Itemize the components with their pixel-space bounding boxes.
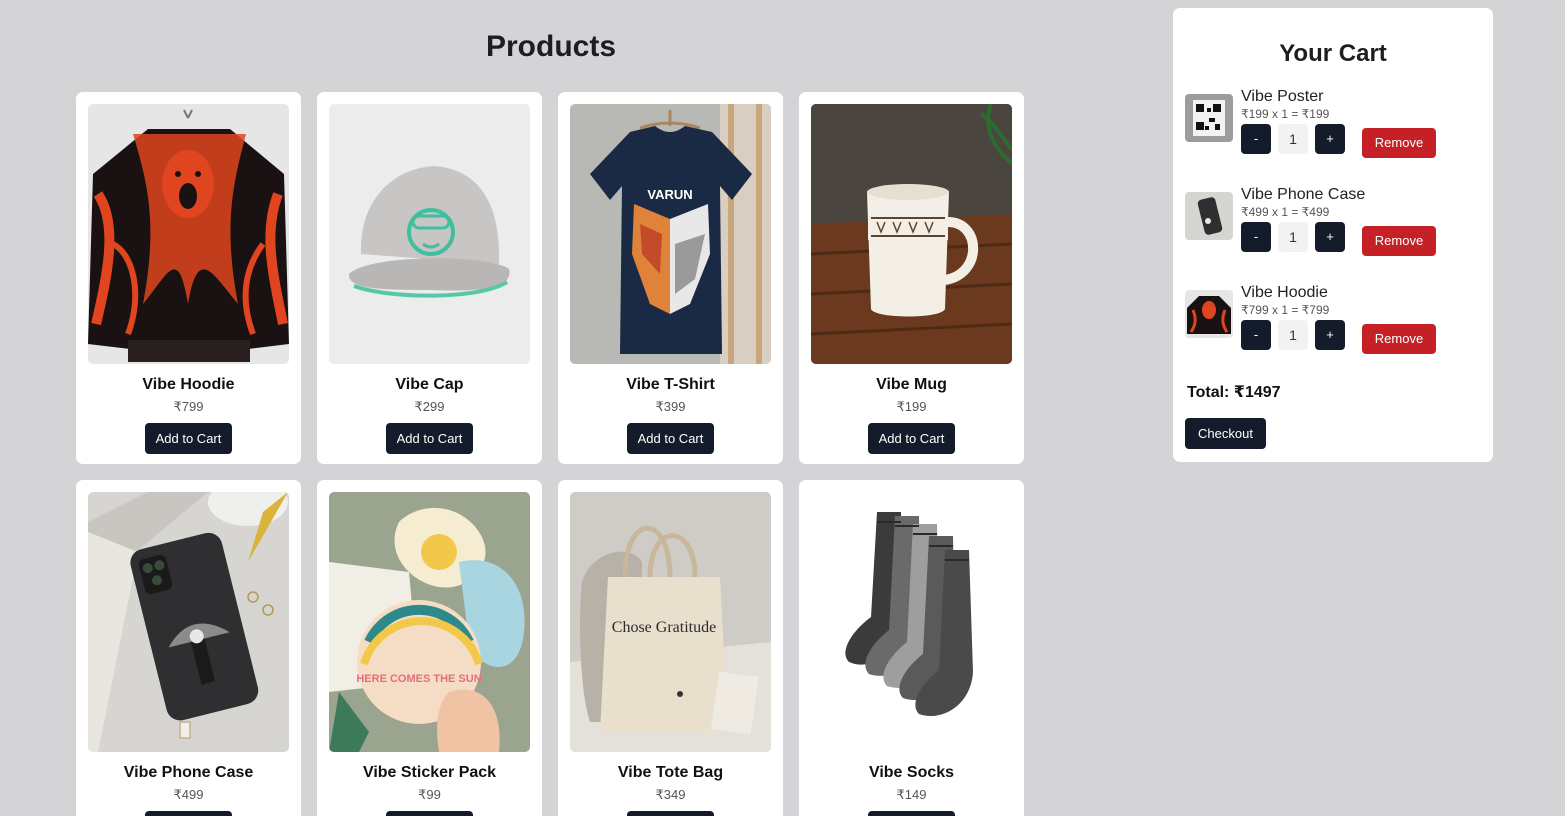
tote-print-text: Chose Gratitude <box>612 619 716 636</box>
increment-button[interactable]: + <box>1315 124 1345 154</box>
cart-total: Total: ₹1497 <box>1187 384 1281 401</box>
add-to-cart-button[interactable]: Add to Cart <box>385 811 474 816</box>
cart-item: Vibe Poster ₹199 x 1 = ₹199 - 1 + Remove <box>1185 88 1481 168</box>
decrement-button[interactable]: - <box>1241 320 1271 350</box>
product-price: ₹499 <box>173 787 204 802</box>
product-card-sticker-pack: HERE COMES THE SUN Vibe Sticker Pack ₹99… <box>317 480 542 816</box>
product-name: Vibe Phone Case <box>123 764 254 781</box>
product-image-phone-case[interactable] <box>88 492 289 752</box>
add-to-cart-button[interactable]: Add to Cart <box>626 811 715 816</box>
quantity-value: 1 <box>1278 124 1308 154</box>
products-title: Products <box>485 30 617 63</box>
product-name: Vibe Hoodie <box>142 376 235 393</box>
tshirt-print-text: VARUN <box>647 187 692 202</box>
cart-item-thumbnail <box>1185 94 1233 142</box>
product-price: ₹299 <box>414 399 445 414</box>
product-image-cap[interactable] <box>329 104 530 364</box>
product-price: ₹99 <box>418 787 441 802</box>
cart-item-line-total: ₹799 x 1 = ₹799 <box>1241 303 1330 317</box>
add-to-cart-button[interactable]: Add to Cart <box>626 423 715 454</box>
product-card-cap: Vibe Cap ₹299 Add to Cart <box>317 92 542 464</box>
cart-panel: Your Cart Vibe Poster ₹199 x 1 = ₹199 - … <box>1173 8 1493 462</box>
cart-item: Vibe Phone Case ₹499 x 1 = ₹499 - 1 + Re… <box>1185 186 1481 266</box>
add-to-cart-button[interactable]: Add to Cart <box>867 811 956 816</box>
product-image-sticker-pack[interactable]: HERE COMES THE SUN <box>329 492 530 752</box>
product-image-hoodie[interactable] <box>88 104 289 364</box>
product-price: ₹799 <box>173 399 204 414</box>
cart-item-name: Vibe Poster <box>1241 88 1324 105</box>
product-card-tote-bag: Chose Gratitude Vibe Tote Bag ₹349 Add t… <box>558 480 783 816</box>
product-card-tshirt: VARUN Vibe T-Shirt ₹399 Add to Cart <box>558 92 783 464</box>
product-grid: Vibe Hoodie ₹799 Add to Cart Vibe Cap ₹2… <box>76 92 1024 816</box>
cart-item-thumbnail <box>1185 192 1233 240</box>
product-card-mug: Vibe Mug ₹199 Add to Cart <box>799 92 1024 464</box>
product-price: ₹149 <box>896 787 927 802</box>
product-price: ₹199 <box>896 399 927 414</box>
cart-item: Vibe Hoodie ₹799 x 1 = ₹799 - 1 + Remove <box>1185 284 1481 364</box>
product-name: Vibe Mug <box>876 376 947 393</box>
checkout-button[interactable]: Checkout <box>1185 418 1266 449</box>
product-name: Vibe T-Shirt <box>626 376 715 393</box>
add-to-cart-button[interactable]: Add to Cart <box>144 811 233 816</box>
product-name: Vibe Sticker Pack <box>362 764 497 781</box>
product-card-phone-case: Vibe Phone Case ₹499 Add to Cart <box>76 480 301 816</box>
add-to-cart-button[interactable]: Add to Cart <box>385 423 474 454</box>
cart-item-line-total: ₹199 x 1 = ₹199 <box>1241 107 1330 121</box>
remove-button[interactable]: Remove <box>1362 226 1436 256</box>
product-price: ₹399 <box>655 399 686 414</box>
increment-button[interactable]: + <box>1315 320 1345 350</box>
cart-title: Your Cart <box>1279 40 1387 67</box>
cart-item-thumbnail <box>1185 290 1233 338</box>
decrement-button[interactable]: - <box>1241 222 1271 252</box>
cart-item-name: Vibe Hoodie <box>1241 284 1328 301</box>
remove-button[interactable]: Remove <box>1362 128 1436 158</box>
quantity-value: 1 <box>1278 320 1308 350</box>
product-image-tshirt[interactable]: VARUN <box>570 104 771 364</box>
product-name: Vibe Socks <box>868 764 955 781</box>
product-image-socks[interactable] <box>811 492 1012 752</box>
product-price: ₹349 <box>655 787 686 802</box>
cart-item-name: Vibe Phone Case <box>1241 186 1366 203</box>
remove-button[interactable]: Remove <box>1362 324 1436 354</box>
product-name: Vibe Tote Bag <box>617 764 724 781</box>
product-image-tote-bag[interactable]: Chose Gratitude <box>570 492 771 752</box>
product-image-mug[interactable] <box>811 104 1012 364</box>
cart-item-line-total: ₹499 x 1 = ₹499 <box>1241 205 1330 219</box>
add-to-cart-button[interactable]: Add to Cart <box>144 423 233 454</box>
add-to-cart-button[interactable]: Add to Cart <box>867 423 956 454</box>
decrement-button[interactable]: - <box>1241 124 1271 154</box>
increment-button[interactable]: + <box>1315 222 1345 252</box>
quantity-value: 1 <box>1278 222 1308 252</box>
sticker-text: HERE COMES THE SUN <box>356 673 481 685</box>
product-card-hoodie: Vibe Hoodie ₹799 Add to Cart <box>76 92 301 464</box>
product-name: Vibe Cap <box>395 376 464 393</box>
product-card-socks: Vibe Socks ₹149 Add to Cart <box>799 480 1024 816</box>
